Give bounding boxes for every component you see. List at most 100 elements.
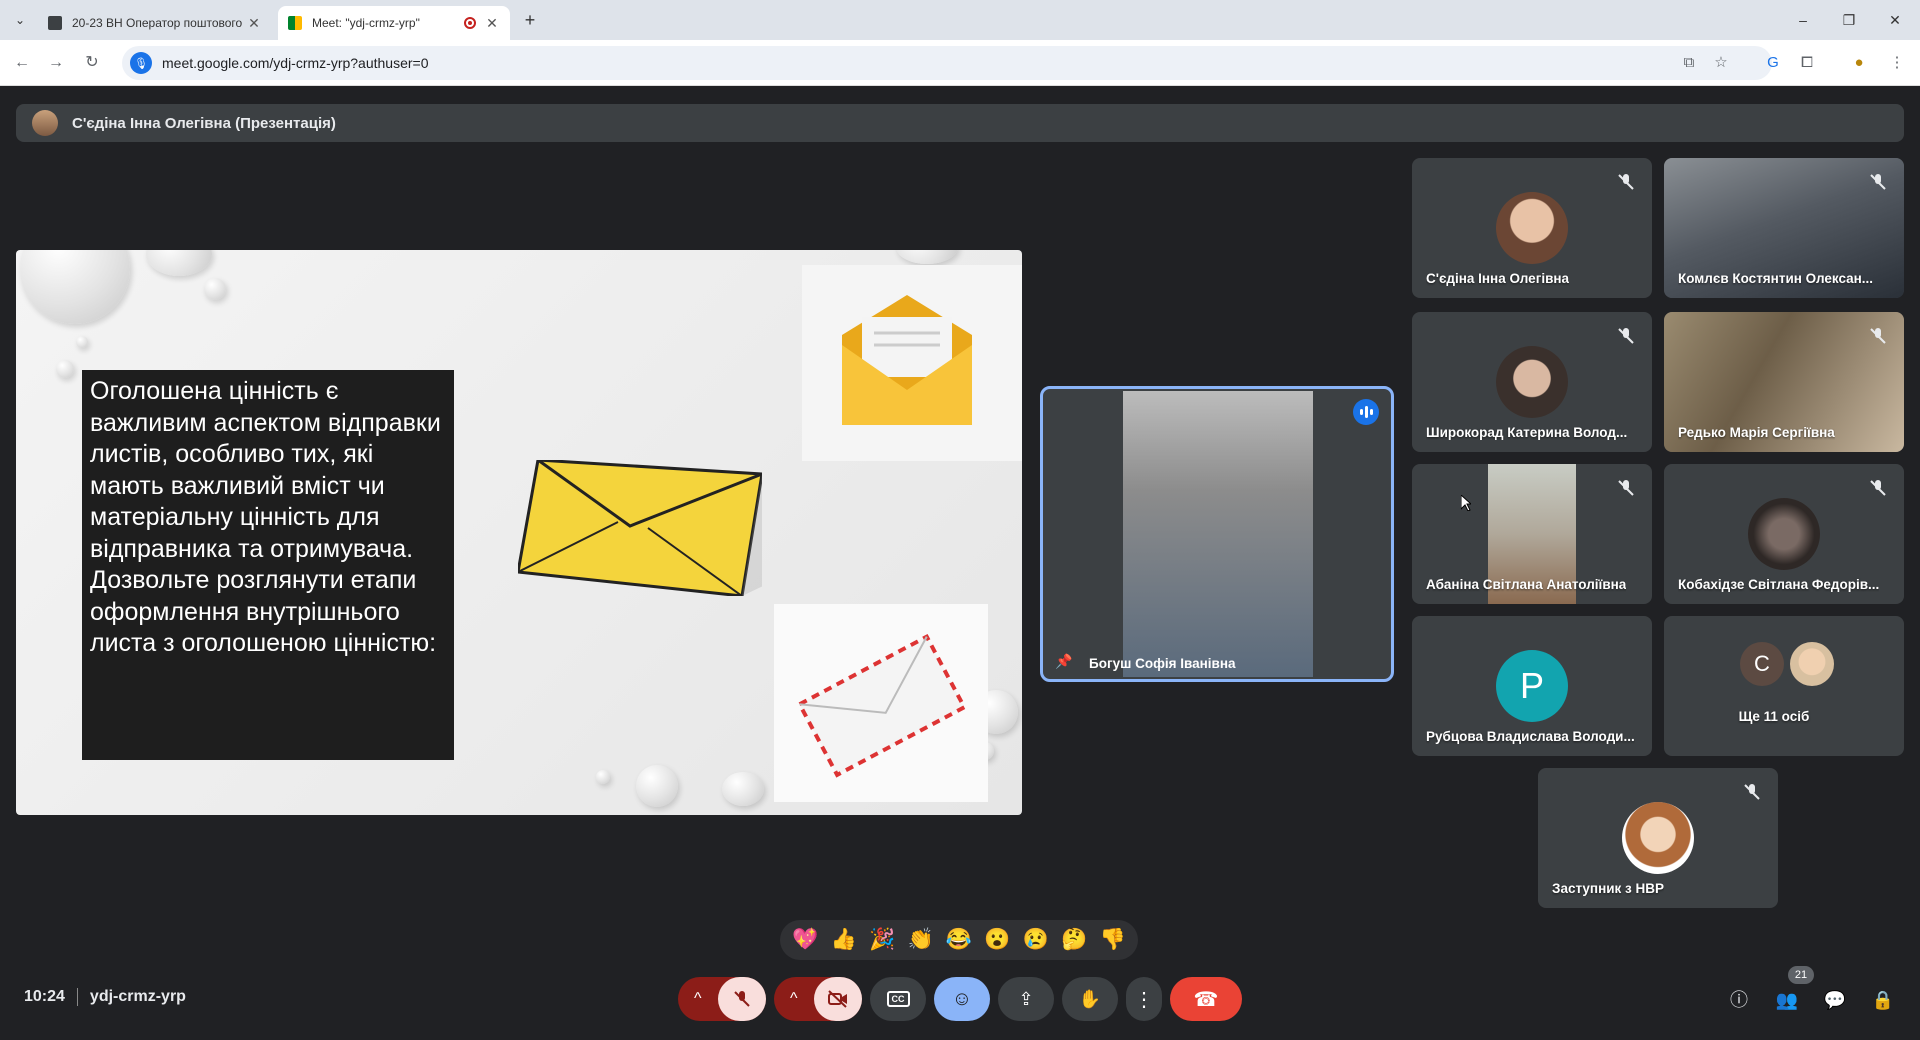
participant-tile[interactable]: Кобахідзе Світлана Федорів... (1664, 464, 1904, 604)
classroom-favicon-icon (48, 16, 62, 30)
tab-inactive[interactable]: 20-23 ВН Оператор поштового ✕ (38, 6, 272, 40)
tab-search-chevron-icon[interactable]: ⌄ (8, 9, 32, 31)
water-drop (56, 360, 74, 378)
clapping-reaction[interactable]: 👏 (904, 923, 938, 957)
thinking-reaction[interactable]: 🤔 (1057, 923, 1091, 957)
participant-tile[interactable]: Редько Марія Сергіївна (1664, 312, 1904, 452)
raise-hand-button[interactable]: ✋ (1062, 977, 1118, 1021)
water-drop (146, 250, 212, 276)
slide-text-block: Оголошена цінність є важливим аспектом в… (82, 370, 454, 760)
forward-icon[interactable]: → (44, 52, 68, 74)
more-options-button[interactable]: ⋮ (1126, 977, 1162, 1021)
translate-icon[interactable]: G (1762, 52, 1784, 74)
captions-button[interactable]: CC (870, 977, 926, 1021)
chevron-up-icon: ^ (694, 990, 702, 1007)
url-text[interactable]: meet.google.com/ydj-crmz-yrp?authuser=0 (162, 55, 429, 71)
participant-name: Богуш Софія Іванівна (1089, 656, 1236, 671)
tab-active[interactable]: Meet: "ydj-crmz-yrp" ✕ (278, 6, 510, 40)
address-bar[interactable]: 🎙 meet.google.com/ydj-crmz-yrp?authuser=… (122, 46, 1772, 80)
airmail-envelope-card (774, 604, 988, 802)
presenter-label: С'єдіна Інна Олегівна (Презентація) (72, 114, 336, 132)
leave-call-button[interactable]: ☎ (1170, 977, 1242, 1021)
restore-icon[interactable]: ❐ (1834, 10, 1864, 30)
minimize-icon[interactable]: – (1788, 10, 1818, 30)
crying-reaction[interactable]: 😢 (1019, 923, 1053, 957)
mic-off-icon (1618, 480, 1634, 496)
host-controls-icon[interactable]: 🔒 (1870, 988, 1896, 1012)
airmail-envelope-icon (796, 633, 967, 778)
tab-title: Meet: "ydj-crmz-yrp" (312, 16, 420, 30)
browser-tab-bar: ⌄ 20-23 ВН Оператор поштового ✕ Meet: "y… (0, 0, 1920, 40)
laughing-reaction[interactable]: 😂 (942, 923, 976, 957)
close-window-icon[interactable]: ✕ (1880, 10, 1910, 30)
participant-avatar (1790, 642, 1834, 686)
present-screen-button[interactable]: ⇪ (998, 977, 1054, 1021)
presentation-slide: Оголошена цінність є важливим аспектом в… (16, 250, 1022, 815)
thumbs-down-reaction[interactable]: 👎 (1096, 923, 1130, 957)
meet-favicon-icon (288, 16, 302, 30)
pin-icon[interactable]: 📌 (1055, 653, 1073, 671)
speaking-indicator-icon (1353, 399, 1379, 425)
participant-tile[interactable]: Комлєв Костянтин Олексан... (1664, 158, 1904, 298)
presenter-avatar (32, 110, 58, 136)
thumbs-up-reaction[interactable]: 👍 (827, 923, 861, 957)
participant-avatar (1496, 346, 1568, 418)
participant-name: Абаніна Світлана Анатоліївна (1426, 577, 1627, 592)
participant-tile[interactable]: Абаніна Світлана Анатоліївна (1412, 464, 1652, 604)
mic-off-button[interactable] (718, 977, 766, 1021)
participant-name: С'єдіна Інна Олегівна (1426, 271, 1570, 286)
participant-tile[interactable]: Широкорад Катерина Волод... (1412, 312, 1652, 452)
hang-up-icon: ☎ (1193, 988, 1219, 1011)
surprised-reaction[interactable]: 😮 (980, 923, 1014, 957)
participant-name: Комлєв Костянтин Олексан... (1678, 271, 1874, 286)
emoji-icon: ☺ (951, 987, 973, 1010)
profile-avatar-icon[interactable]: ● (1848, 52, 1870, 74)
present-icon: ⇪ (1018, 988, 1034, 1009)
mic-off-icon (1870, 174, 1886, 190)
camera-off-button[interactable] (814, 977, 862, 1021)
participant-tile[interactable]: Заступник з НВР (1538, 768, 1778, 908)
water-drop (20, 250, 130, 324)
bookmark-star-icon[interactable]: ☆ (1710, 52, 1732, 74)
reload-icon[interactable]: ↻ (80, 52, 104, 74)
water-drop (76, 336, 88, 348)
mic-off-icon (734, 991, 750, 1007)
meeting-code: ydj-crmz-yrp (89, 988, 186, 1005)
meeting-info: 10:24 ydj-crmz-yrp (24, 988, 186, 1006)
mic-off-icon (1870, 480, 1886, 496)
water-drop (596, 770, 610, 784)
tab-close-icon[interactable]: ✕ (484, 15, 500, 32)
people-count-badge: 21 (1788, 966, 1814, 984)
back-icon[interactable]: ← (10, 52, 34, 74)
reactions-button[interactable]: ☺ (934, 977, 990, 1021)
mic-off-icon (1618, 328, 1634, 344)
participant-tile[interactable]: P Рубцова Владислава Володи... (1412, 616, 1652, 756)
chevron-up-icon: ^ (790, 990, 798, 1007)
recording-indicator-icon (464, 17, 476, 29)
mouse-cursor-icon (1461, 495, 1471, 511)
people-icon[interactable]: 👥 (1774, 988, 1800, 1012)
active-speaker-tile[interactable]: 📌 Богуш Софія Іванівна (1040, 386, 1394, 682)
open-in-new-icon[interactable]: ⧉ (1678, 52, 1700, 74)
open-envelope-icon (842, 295, 972, 425)
participant-tile[interactable]: С'єдіна Інна Олегівна (1412, 158, 1652, 298)
party-popper-reaction[interactable]: 🎉 (865, 923, 899, 957)
participant-name: Рубцова Владислава Володи... (1426, 729, 1635, 744)
meeting-details-icon[interactable]: ⓘ (1726, 988, 1752, 1012)
tab-title: 20-23 ВН Оператор поштового (72, 16, 243, 30)
new-tab-icon[interactable]: + (520, 10, 540, 30)
extensions-icon[interactable]: ⧠ (1796, 52, 1818, 74)
more-participants-tile[interactable]: C Ще 11 осіб (1664, 616, 1904, 756)
browser-menu-icon[interactable]: ⋮ (1886, 52, 1908, 74)
participant-name: Редько Марія Сергіївна (1678, 425, 1835, 440)
chat-icon[interactable]: 💬 (1822, 988, 1848, 1012)
participant-initial-avatar: P (1496, 650, 1568, 722)
water-drop (896, 250, 958, 264)
sparkling-heart-reaction[interactable]: 💖 (788, 923, 822, 957)
water-drop (722, 772, 764, 806)
site-info-icon[interactable]: 🎙 (130, 52, 152, 74)
more-vert-icon: ⋮ (1134, 988, 1154, 1011)
more-participants-label: Ще 11 осіб (1738, 709, 1810, 724)
tab-close-icon[interactable]: ✕ (246, 15, 262, 32)
participant-video (1123, 391, 1313, 677)
